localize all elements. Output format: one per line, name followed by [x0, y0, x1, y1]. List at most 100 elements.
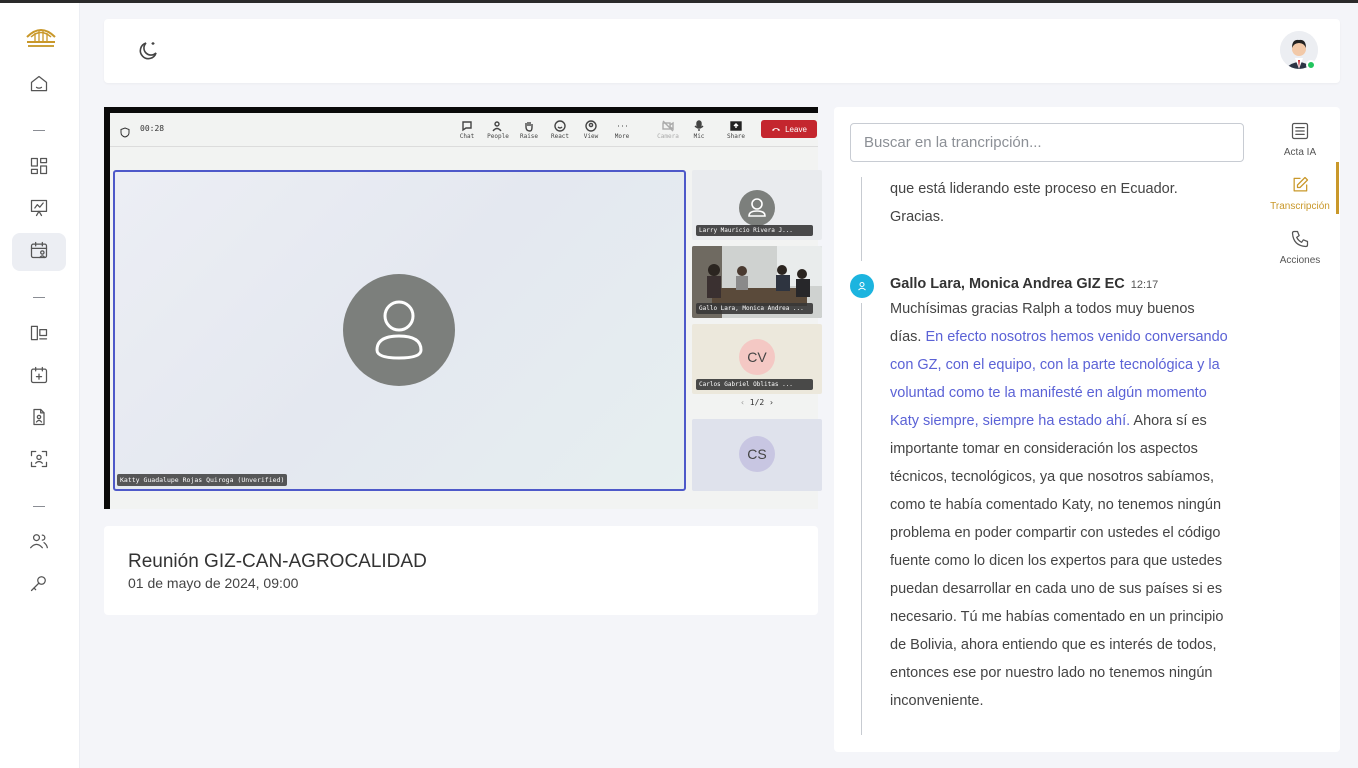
participant-tile[interactable]: Larry Mauricio Rivera J... — [692, 170, 822, 240]
transcript-panel: que está liderando este proceso en Ecuad… — [834, 107, 1340, 752]
camera-off-icon — [654, 120, 682, 132]
react-button[interactable]: React — [546, 119, 574, 140]
sidebar — [0, 3, 80, 768]
logo — [24, 23, 58, 49]
shield-icon — [120, 125, 130, 138]
react-label: React — [550, 133, 570, 140]
camera-button[interactable]: Camera — [654, 119, 682, 140]
main-video-tile[interactable]: Katty Guadalupe Rojas Quiroga (Unverifie… — [113, 170, 686, 491]
transcript-entry-header: Gallo Lara, Monica Andrea GIZ EC 12:17 — [890, 276, 1158, 292]
transcript-text-rest: Ahora sí es importante tomar en consider… — [890, 413, 1224, 709]
view-button[interactable]: View — [577, 119, 605, 140]
home-icon — [29, 74, 49, 99]
share-button[interactable]: Share — [722, 119, 750, 140]
leave-label: Leave — [785, 124, 807, 134]
moon-icon[interactable] — [136, 39, 160, 63]
sidebar-divider — [31, 130, 47, 132]
layout-icon — [29, 323, 49, 348]
tab-label: Acta IA — [1283, 147, 1317, 158]
tab-acta-ia[interactable]: Acta IA — [1260, 115, 1340, 158]
participant-name: Larry Mauricio Rivera J... — [696, 225, 813, 236]
participant-name: Gallo Lara, Monica Andrea ... — [696, 303, 813, 314]
timeline-line — [861, 177, 862, 261]
pager-label: 1/2 — [749, 398, 765, 407]
sidebar-item-keys[interactable] — [12, 566, 66, 604]
video-call-frame: 00:28 Chat People Raise React View More … — [104, 107, 822, 509]
call-timer: 00:28 — [140, 124, 165, 133]
people-icon — [484, 120, 512, 132]
sidebar-item-calendar-add[interactable] — [12, 358, 66, 396]
sidebar-item-scan[interactable] — [12, 442, 66, 480]
leave-button[interactable]: Leave — [761, 120, 817, 138]
document-user-icon — [29, 407, 49, 432]
top-header — [104, 19, 1340, 83]
participant-avatar — [343, 274, 455, 386]
previous-transcript-text: que está liderando este proceso en Ecuad… — [890, 181, 1178, 225]
tab-label: Transcripción — [1270, 201, 1330, 212]
participant-tile[interactable]: CV Carlos Gabriel Oblitas ... — [692, 324, 822, 394]
view-label: View — [583, 133, 599, 140]
transcript-search-input[interactable] — [850, 123, 1244, 162]
people-button[interactable]: People — [484, 119, 512, 140]
people-label: People — [487, 133, 509, 140]
mic-icon — [685, 120, 713, 132]
share-label: Share — [726, 133, 746, 140]
tab-transcripcion[interactable]: Transcripción — [1260, 169, 1340, 212]
raise-label: Raise — [519, 133, 539, 140]
sidebar-item-home[interactable] — [12, 67, 66, 105]
timeline-line — [861, 303, 862, 735]
sidebar-item-meetings[interactable] — [12, 233, 66, 271]
scan-user-icon — [29, 449, 49, 474]
more-label: More — [614, 133, 630, 140]
participant-strip: Larry Mauricio Rivera J... Gallo Lara, M… — [692, 170, 822, 491]
meeting-date: 01 de mayo de 2024, 09:00 — [128, 575, 299, 591]
meeting-title: Reunión GIZ-CAN-AGROCALIDAD — [128, 551, 427, 572]
presentation-chart-icon — [29, 198, 49, 223]
participant-pager[interactable]: ‹ 1/2 › — [692, 398, 822, 407]
chat-button[interactable]: Chat — [453, 119, 481, 140]
phone-icon — [1260, 229, 1340, 249]
participant-avatar — [739, 190, 775, 226]
video-call: 00:28 Chat People Raise React View More … — [110, 113, 822, 509]
dashboard-grid-icon — [29, 156, 49, 181]
tab-label: Acciones — [1279, 255, 1321, 266]
tab-acciones[interactable]: Acciones — [1260, 223, 1340, 266]
active-tab-indicator — [1336, 162, 1339, 214]
chevron-right-icon[interactable]: › — [769, 398, 774, 407]
sidebar-item-presentation[interactable] — [12, 191, 66, 229]
call-toolbar: 00:28 Chat People Raise React View More … — [110, 113, 818, 147]
meeting-info-card: Reunión GIZ-CAN-AGROCALIDAD 01 de mayo d… — [104, 526, 818, 615]
share-icon — [722, 120, 750, 132]
participant-tile[interactable]: CS — [692, 419, 822, 491]
chat-label: Chat — [459, 133, 475, 140]
calendar-user-icon — [29, 240, 49, 265]
top-border — [0, 0, 1358, 3]
phone-hangup-icon — [771, 125, 781, 134]
sidebar-item-documents[interactable] — [12, 400, 66, 438]
online-status-dot — [1306, 60, 1316, 70]
participant-initials: CV — [739, 339, 775, 375]
participant-video-tile[interactable]: Gallo Lara, Monica Andrea ... — [692, 246, 822, 318]
speaker-name: Gallo Lara, Monica Andrea GIZ EC — [890, 276, 1125, 292]
transcript-text: Muchísimas gracias Ralph a todos muy bue… — [890, 295, 1230, 715]
key-icon — [29, 573, 49, 598]
calendar-add-icon — [29, 365, 49, 390]
sidebar-divider — [31, 506, 47, 508]
hand-icon — [515, 120, 543, 132]
sidebar-divider — [31, 297, 47, 299]
transcript-time: 12:17 — [1130, 279, 1159, 291]
mic-button[interactable]: Mic — [685, 119, 713, 140]
view-icon — [577, 120, 605, 132]
participant-name: Carlos Gabriel Oblitas ... — [696, 379, 813, 390]
camera-label: Camera — [657, 133, 679, 140]
participant-name: Katty Guadalupe Rojas Quiroga (Unverifie… — [117, 474, 288, 486]
sidebar-item-layout[interactable] — [12, 316, 66, 354]
raise-button[interactable]: Raise — [515, 119, 543, 140]
chevron-left-icon[interactable]: ‹ — [740, 398, 745, 407]
more-button[interactable]: More — [608, 119, 636, 140]
smile-icon — [546, 120, 574, 132]
document-lines-icon — [1260, 121, 1340, 141]
sidebar-item-dashboard[interactable] — [12, 149, 66, 187]
participant-initials: CS — [739, 436, 775, 472]
sidebar-item-users[interactable] — [12, 524, 66, 562]
